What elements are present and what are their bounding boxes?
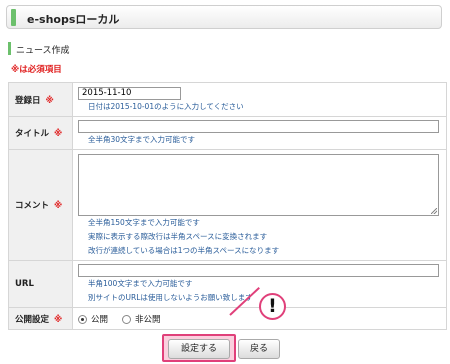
url-input[interactable] [78,264,439,277]
save-button[interactable]: 設定する [168,339,230,359]
comment-textarea[interactable] [78,153,439,216]
radio-public-label[interactable]: 公開 [91,313,108,325]
radio-public[interactable] [78,314,87,324]
date-label-cell: 登録日 ※ [8,82,73,117]
url-label: URL [15,279,34,289]
publish-label: 公開設定 [15,314,50,325]
comment-label: コメント [15,201,50,211]
required-mark: ※ [54,314,63,325]
radio-private-label[interactable]: 非公開 [135,313,161,325]
comment-label-cell: コメント ※ [8,149,73,261]
form-row-title: タイトル ※ 全半角30文字まで入力可能です [8,116,447,150]
required-mark: ※ [54,129,63,139]
form-row-url: URL 半角100文字まで入力可能です 別サイトのURLは使用しないようお願い致… [8,260,447,308]
comment-hint: 実際に表示する際改行は半角スペースに変換されます [88,231,268,241]
date-input[interactable] [78,86,181,100]
title-input[interactable] [78,120,439,133]
news-form-table: 登録日 ※ 日付は2015-10-01のように入力してください タイトル ※ 全半角… [8,82,447,330]
required-mark: ※ [54,201,63,211]
required-mark: ※ [45,95,54,106]
title-field-cell: 全半角30文字まで入力可能です [72,116,447,150]
back-button[interactable]: 戻る [238,339,280,359]
page-title: e-shopsローカル [27,13,120,26]
section-title: ニュース作成 [16,46,70,56]
date-hint: 日付は2015-10-01のように入力してください [88,101,244,111]
comment-hint: 全半角150文字まで入力可能です [88,217,200,227]
comment-hint: 改行が連続している場合は1つの半角スペースになります [88,245,280,255]
url-hint: 半角100文字まで入力可能です [88,279,193,288]
form-row-comment: コメント ※ 全半角150文字まで入力可能です 実際に表示する際改行は半角スペース… [8,149,447,261]
title-hint: 全半角30文字まで入力可能です [88,135,196,144]
publish-radio-group: 公開 非公開 [78,311,441,327]
form-row-publish: 公開設定 ※ 公開 非公開 [8,307,447,330]
title-label-cell: タイトル ※ [8,116,73,150]
exclamation-icon: ! [259,293,286,320]
comment-field-cell: 全半角150文字まで入力可能です 実際に表示する際改行は半角スペースに変換されま… [72,149,447,261]
resize-grip-icon[interactable] [431,207,437,214]
form-row-date: 登録日 ※ 日付は2015-10-01のように入力してください [8,82,447,117]
header-accent-bar [11,9,16,26]
url-label-cell: URL [8,260,73,308]
date-field-cell: 日付は2015-10-01のように入力してください [72,82,447,117]
radio-private[interactable] [122,314,132,324]
publish-label-cell: 公開設定 ※ [8,307,73,330]
required-note: ※は必須項目 [11,65,62,75]
page-header: e-shopsローカル [6,5,442,29]
date-label: 登録日 [15,95,41,106]
title-label: タイトル [15,129,50,139]
